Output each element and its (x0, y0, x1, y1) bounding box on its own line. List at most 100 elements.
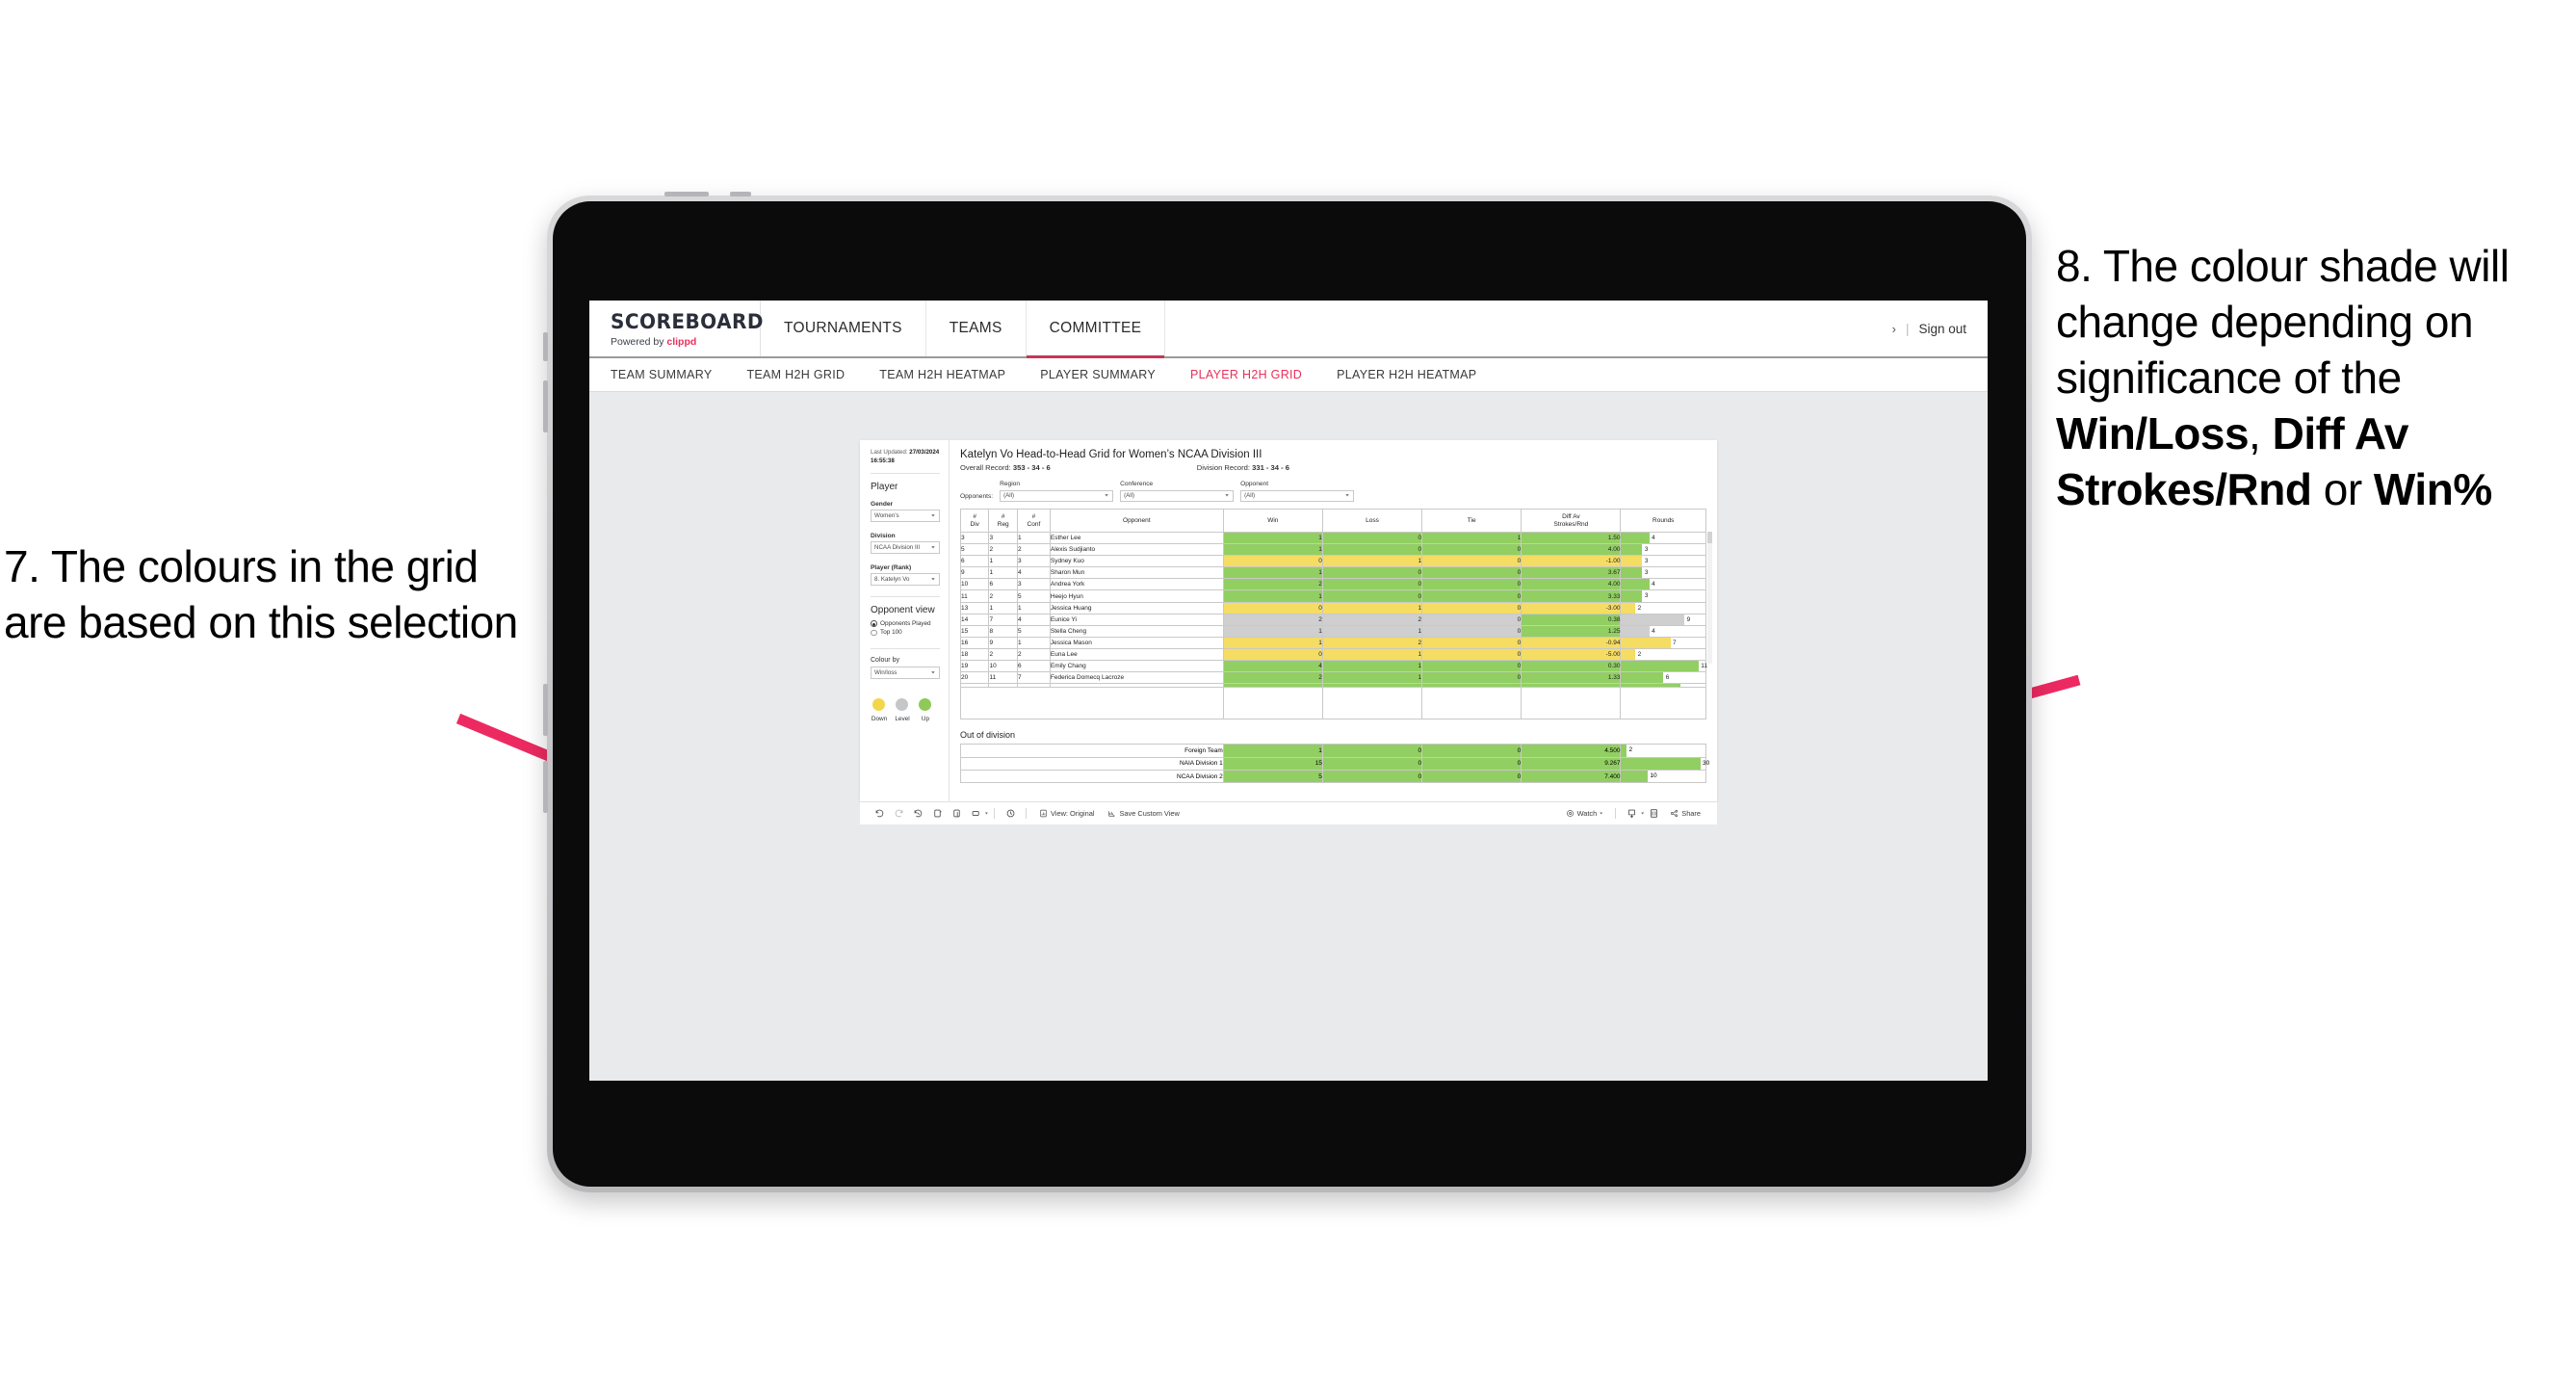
rounds-value: 10 (1650, 772, 1657, 780)
cell-conf: 5 (1016, 624, 1051, 638)
cell-rounds: 3 (1620, 543, 1706, 557)
player-rank-select[interactable]: 8. Katelyn Vo ▼ (871, 573, 940, 586)
grid-vertical-scrollbar[interactable] (1707, 532, 1712, 664)
col-win[interactable]: Win (1222, 509, 1323, 533)
table-row[interactable]: 15 8 5 Stella Cheng 1 1 0 1.25 4 (959, 624, 1706, 638)
table-row[interactable]: 6 1 3 Sydney Kuo 0 1 0 -1.00 3 (959, 555, 1706, 568)
table-row[interactable]: 20 11 7 Federica Domecq Lacroze 2 1 0 1.33 6 (959, 671, 1706, 685)
toolbar-divider-2 (1026, 808, 1028, 819)
history-icon[interactable] (1001, 804, 1020, 824)
scrollbar-thumb[interactable] (1707, 532, 1712, 543)
logo-tagline-prefix: Powered by (611, 335, 667, 348)
chevron-down-icon: ▼ (1104, 493, 1110, 498)
cell-loss: 2 (1321, 613, 1423, 626)
cell-diff: 1.50 (1521, 531, 1622, 545)
filter-section-player: Player (871, 481, 898, 492)
rounds-bar (1621, 661, 1699, 672)
table-row[interactable]: 11 2 5 Heejo Hyun 1 0 0 3.33 3 (959, 589, 1706, 603)
sign-out-link[interactable]: Sign out (1918, 322, 1966, 336)
col-opponent[interactable]: Opponent (1049, 509, 1224, 533)
col-conf[interactable]: # Conf (1016, 509, 1051, 533)
gender-select[interactable]: Women’s ▼ (871, 510, 940, 522)
subnav-team-h2h-grid[interactable]: TEAM H2H GRID (729, 368, 862, 381)
view-original-button[interactable]: View: Original (1032, 809, 1101, 818)
table-row[interactable]: 16 9 1 Jessica Mason 1 2 0 -0.94 7 (959, 636, 1706, 649)
out-of-division-title: Out of division (960, 730, 1016, 741)
pause-icon[interactable] (947, 804, 966, 824)
table-row[interactable]: 14 7 4 Eunice Yi 2 2 0 0.38 9 (959, 613, 1706, 626)
cell-reg: 9 (988, 636, 1018, 649)
cell-reg: 1 (988, 555, 1018, 568)
subnav-player-h2h-heatmap[interactable]: PLAYER H2H HEATMAP (1319, 368, 1494, 381)
table-row[interactable]: 19 10 6 Emily Chang 4 1 0 0.30 11 (959, 660, 1707, 673)
table-row[interactable]: 5 2 2 Alexis Sudjianto 1 0 0 4.00 3 (959, 543, 1706, 557)
cell-win: 4 (1222, 660, 1323, 673)
cell-loss: 2 (1321, 636, 1423, 649)
col-diff[interactable]: Diff Av Strokes/Rnd (1521, 509, 1622, 533)
table-row[interactable]: 3 3 1 Esther Lee 1 0 1 1.50 4 (959, 531, 1706, 545)
cell-reg: 2 (988, 647, 1018, 662)
zoom-tool-icon[interactable] (966, 804, 985, 824)
annotation-right-part2: , (2249, 407, 2273, 458)
filter-panel: Last Updated: 27/03/2024 16:55:38 Player… (860, 440, 950, 801)
table-row[interactable]: 10 6 3 Andrea York 2 0 0 4.00 4 (959, 578, 1706, 591)
cell-opponent: Emily Chang (1049, 660, 1224, 673)
opponent-select[interactable]: (All) ▼ (1240, 489, 1355, 502)
radio-opponents-played[interactable]: Opponents Played (871, 620, 940, 627)
table-row[interactable]: Foreign Team 1 0 0 4.500 2 (960, 744, 1706, 758)
watch-icon (1566, 810, 1574, 817)
nav-tournaments[interactable]: TOURNAMENTS (761, 301, 926, 356)
dashboard-card: Last Updated: 27/03/2024 16:55:38 Player… (860, 440, 1717, 801)
cell-diff: 1.33 (1521, 671, 1622, 685)
table-row[interactable]: 13 1 1 Jessica Huang 0 1 0 -3.00 2 (959, 601, 1706, 615)
col-tie[interactable]: Tie (1421, 509, 1522, 533)
subnav-team-summary[interactable]: TEAM SUMMARY (611, 368, 729, 381)
rounds-bar (1621, 602, 1636, 614)
zoom-tool-caret-icon[interactable]: ▾ (985, 811, 988, 816)
legend-dot-up (919, 697, 931, 711)
col-loss[interactable]: Loss (1321, 509, 1423, 533)
chevron-right-icon[interactable]: › (1892, 322, 1896, 336)
fullscreen-icon[interactable] (1644, 804, 1663, 824)
conference-select[interactable]: (All) ▼ (1120, 489, 1235, 502)
cell-diff: -0.94 (1521, 636, 1622, 649)
rounds-value: 2 (1637, 650, 1642, 658)
toolbar-divider-1 (994, 808, 996, 819)
save-custom-view-button[interactable]: Save Custom View (1101, 809, 1185, 818)
col-reg[interactable]: # Reg (988, 509, 1018, 533)
table-row[interactable]: NCAA Division 2 5 0 0 7.400 10 (960, 770, 1706, 784)
table-row[interactable]: NAIA Division 1 15 0 0 9.267 30 (960, 756, 1709, 771)
cell-div: 10 (959, 578, 990, 591)
col-div-label: Div (970, 520, 979, 528)
radio-top-100[interactable]: Top 100 (871, 629, 940, 636)
share-button[interactable]: Share (1663, 809, 1707, 818)
col-rounds[interactable]: Rounds (1620, 509, 1706, 533)
subnav-player-h2h-grid[interactable]: PLAYER H2H GRID (1173, 368, 1319, 381)
region-select[interactable]: (All) ▼ (1000, 489, 1114, 502)
colour-by-select[interactable]: Win/loss ▼ (871, 667, 940, 679)
refresh-icon[interactable] (927, 804, 947, 824)
subnav-player-summary[interactable]: PLAYER SUMMARY (1023, 368, 1173, 381)
table-row[interactable]: 9 1 4 Sharon Mun 1 0 0 3.67 3 (959, 566, 1706, 580)
undo-icon[interactable] (870, 804, 889, 824)
nav-teams[interactable]: TEAMS (926, 301, 1027, 356)
download-caret-icon[interactable]: ▾ (1641, 811, 1644, 816)
revert-icon[interactable] (908, 804, 927, 824)
redo-icon[interactable] (889, 804, 908, 824)
cell-od-diff: 7.400 (1521, 770, 1622, 784)
division-select[interactable]: NCAA Division III ▼ (871, 541, 940, 554)
subnav-team-h2h-heatmap[interactable]: TEAM H2H HEATMAP (862, 368, 1023, 381)
scoreboard-logo[interactable]: SCOREBOARD Powered by clippd (589, 301, 763, 356)
table-row[interactable]: 18 2 2 Euna Lee 0 1 0 -5.00 2 (959, 647, 1706, 662)
cell-win: 1 (1222, 531, 1323, 545)
cell-od-name: Foreign Team (960, 744, 1224, 758)
watch-button[interactable]: Watch ▾ (1559, 809, 1610, 818)
colour-legend-dots (871, 697, 940, 711)
nav-committee[interactable]: COMMITTEE (1026, 301, 1166, 358)
download-icon[interactable] (1622, 804, 1641, 824)
col-div[interactable]: # Div (959, 509, 990, 533)
cell-win: 2 (1222, 613, 1323, 626)
subnav-team-h2h-heatmap-label: TEAM H2H HEATMAP (879, 368, 1006, 381)
col-reg-label: Reg (997, 520, 1009, 528)
tablet-button-side-4 (543, 761, 548, 813)
